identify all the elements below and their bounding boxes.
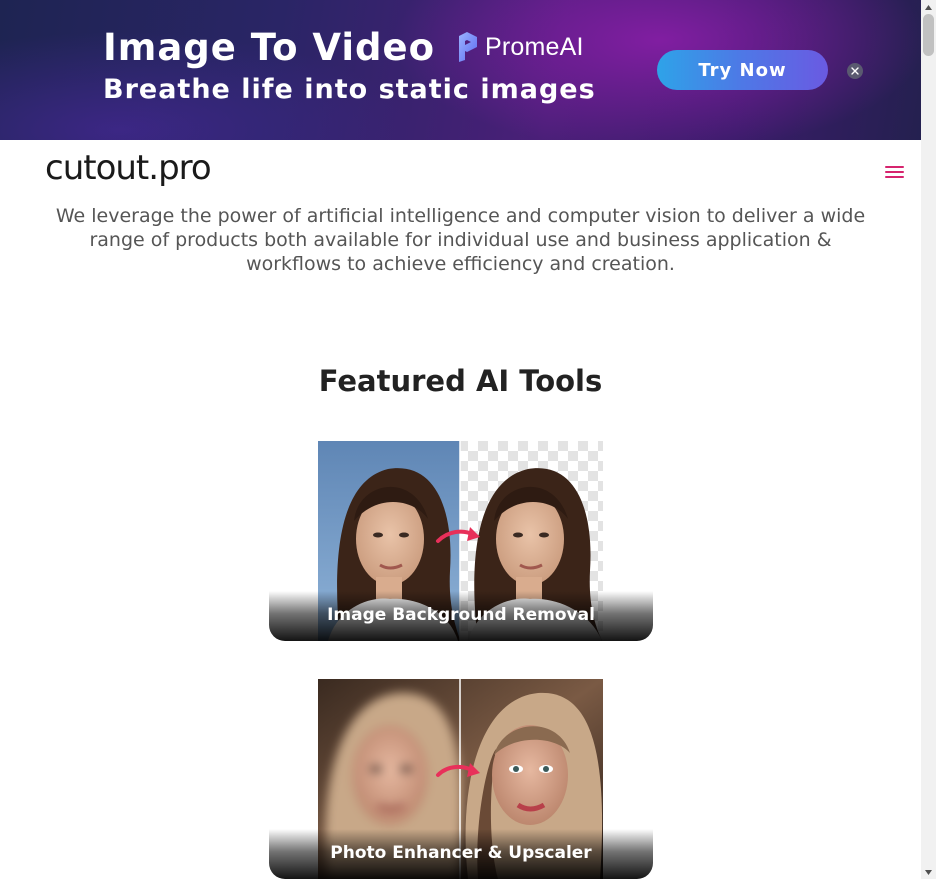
tool-card-background-removal[interactable]: Image Background Removal: [269, 441, 653, 641]
try-now-button[interactable]: Try Now: [657, 50, 828, 90]
promeai-label: PromeAI: [485, 32, 584, 61]
close-icon: [851, 67, 859, 75]
scroll-down-arrow-icon: [925, 869, 932, 875]
tool-label-background-removal: Image Background Removal: [327, 605, 595, 625]
vertical-scrollbar[interactable]: [921, 0, 936, 879]
tool-card-photo-enhancer[interactable]: Photo Enhancer & Upscaler: [269, 679, 653, 879]
intro-text: We leverage the power of artificial inte…: [55, 205, 866, 275]
close-ad-button[interactable]: [847, 63, 863, 79]
hamburger-menu-button[interactable]: [885, 165, 904, 179]
ad-banner[interactable]: Image To Video PromeAI Breathe life into…: [0, 0, 921, 140]
banner-subtitle: Breathe life into static images: [103, 74, 596, 105]
scroll-up-button[interactable]: [921, 0, 936, 14]
scroll-up-arrow-icon: [925, 4, 932, 10]
promeai-logo-icon: [459, 32, 477, 62]
site-logo[interactable]: cutout.pro: [45, 148, 212, 188]
page: Image To Video PromeAI Breathe life into…: [0, 0, 921, 879]
scrollbar-thumb[interactable]: [923, 14, 934, 56]
banner-title: Image To Video: [103, 26, 436, 69]
promeai-brand: PromeAI: [456, 32, 584, 62]
scroll-down-button[interactable]: [921, 865, 936, 879]
hamburger-menu-icon: [885, 166, 904, 168]
tool-label-photo-enhancer: Photo Enhancer & Upscaler: [330, 843, 592, 863]
featured-tools-heading: Featured AI Tools: [318, 364, 603, 398]
